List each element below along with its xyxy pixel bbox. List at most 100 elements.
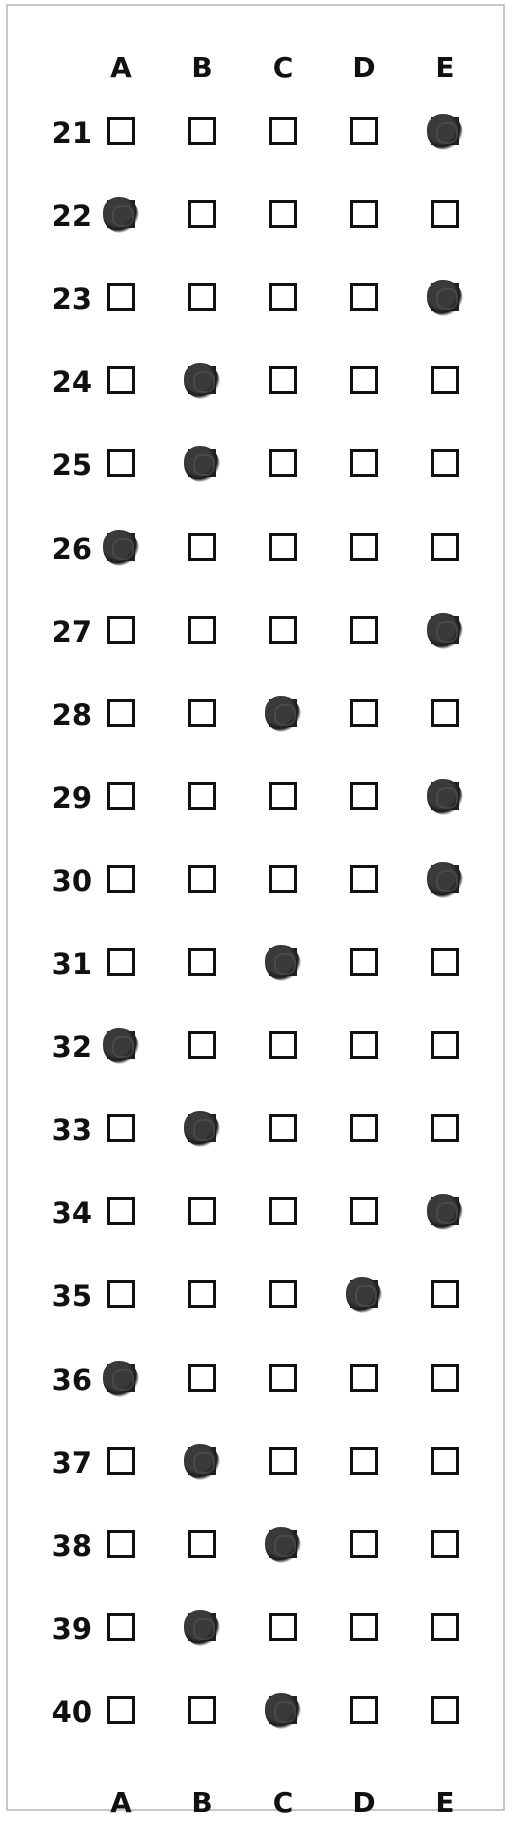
answer-box-b[interactable] <box>188 782 216 810</box>
answer-box-a[interactable] <box>107 1447 135 1475</box>
answer-box-a[interactable] <box>107 699 135 727</box>
answer-box-a[interactable] <box>107 1696 135 1724</box>
answer-box-d[interactable] <box>350 449 378 477</box>
answer-box-a[interactable] <box>107 449 135 477</box>
answer-box-d[interactable] <box>350 1613 378 1641</box>
answer-box-e[interactable] <box>427 114 463 150</box>
answer-box-d[interactable] <box>350 1447 378 1475</box>
answer-box-e[interactable] <box>427 862 463 898</box>
answer-box-d[interactable] <box>350 283 378 311</box>
answer-box-e[interactable] <box>431 1280 459 1308</box>
answer-box-a[interactable] <box>103 530 139 566</box>
answer-box-d[interactable] <box>350 1031 378 1059</box>
answer-box-c[interactable] <box>269 1364 297 1392</box>
answer-box-c[interactable] <box>269 865 297 893</box>
answer-box-e[interactable] <box>431 533 459 561</box>
answer-box-e[interactable] <box>427 613 463 649</box>
answer-box-b[interactable] <box>188 533 216 561</box>
answer-box-a[interactable] <box>107 1197 135 1225</box>
answer-box-e[interactable] <box>431 1530 459 1558</box>
answer-box-e[interactable] <box>431 699 459 727</box>
answer-box-b[interactable] <box>188 699 216 727</box>
answer-box-c[interactable] <box>269 1280 297 1308</box>
answer-box-c[interactable] <box>269 1613 297 1641</box>
answer-box-a[interactable] <box>107 366 135 394</box>
answer-box-d[interactable] <box>350 200 378 228</box>
answer-box-d[interactable] <box>346 1277 382 1313</box>
answer-box-d[interactable] <box>350 782 378 810</box>
answer-box-e[interactable] <box>431 449 459 477</box>
answer-box-d[interactable] <box>350 865 378 893</box>
answer-box-e[interactable] <box>431 1447 459 1475</box>
answer-box-d[interactable] <box>350 117 378 145</box>
answer-box-d[interactable] <box>350 1530 378 1558</box>
answer-box-b[interactable] <box>184 446 220 482</box>
answer-box-c[interactable] <box>269 283 297 311</box>
answer-box-c[interactable] <box>265 696 301 732</box>
answer-box-b[interactable] <box>188 200 216 228</box>
answer-box-c[interactable] <box>269 1031 297 1059</box>
answer-box-a[interactable] <box>107 117 135 145</box>
answer-box-d[interactable] <box>350 1696 378 1724</box>
answer-box-a[interactable] <box>107 616 135 644</box>
answer-box-e[interactable] <box>431 1696 459 1724</box>
answer-box-a[interactable] <box>107 865 135 893</box>
answer-box-b[interactable] <box>188 1696 216 1724</box>
answer-box-e[interactable] <box>431 1031 459 1059</box>
answer-box-b[interactable] <box>184 1444 220 1480</box>
answer-box-c[interactable] <box>269 200 297 228</box>
answer-box-a[interactable] <box>107 1530 135 1558</box>
answer-box-c[interactable] <box>269 533 297 561</box>
answer-box-b[interactable] <box>188 1280 216 1308</box>
answer-box-a[interactable] <box>103 1361 139 1397</box>
answer-box-a[interactable] <box>107 1280 135 1308</box>
answer-box-a[interactable] <box>103 1028 139 1064</box>
answer-box-d[interactable] <box>350 1114 378 1142</box>
answer-box-c[interactable] <box>265 1527 301 1563</box>
answer-box-c[interactable] <box>269 1447 297 1475</box>
answer-box-e[interactable] <box>431 366 459 394</box>
answer-box-e[interactable] <box>431 948 459 976</box>
answer-box-d[interactable] <box>350 1364 378 1392</box>
answer-box-b[interactable] <box>188 1530 216 1558</box>
answer-box-c[interactable] <box>269 117 297 145</box>
answer-box-e[interactable] <box>431 1613 459 1641</box>
answer-box-b[interactable] <box>184 1111 220 1147</box>
answer-box-b[interactable] <box>188 616 216 644</box>
answer-box-b[interactable] <box>188 117 216 145</box>
answer-box-b[interactable] <box>188 1364 216 1392</box>
answer-box-a[interactable] <box>107 283 135 311</box>
answer-box-e[interactable] <box>431 200 459 228</box>
answer-box-e[interactable] <box>427 779 463 815</box>
answer-box-d[interactable] <box>350 366 378 394</box>
answer-box-a[interactable] <box>107 948 135 976</box>
answer-box-c[interactable] <box>265 1693 301 1729</box>
answer-box-e[interactable] <box>427 280 463 316</box>
answer-box-b[interactable] <box>188 283 216 311</box>
answer-box-a[interactable] <box>103 197 139 233</box>
answer-box-b[interactable] <box>188 1197 216 1225</box>
answer-box-b[interactable] <box>188 865 216 893</box>
answer-box-d[interactable] <box>350 533 378 561</box>
answer-box-d[interactable] <box>350 699 378 727</box>
answer-box-b[interactable] <box>184 1610 220 1646</box>
answer-box-a[interactable] <box>107 1114 135 1142</box>
answer-box-c[interactable] <box>269 366 297 394</box>
answer-box-d[interactable] <box>350 616 378 644</box>
answer-box-a[interactable] <box>107 1613 135 1641</box>
answer-box-c[interactable] <box>265 945 301 981</box>
answer-box-a[interactable] <box>107 782 135 810</box>
answer-box-c[interactable] <box>269 782 297 810</box>
answer-box-e[interactable] <box>427 1194 463 1230</box>
answer-box-d[interactable] <box>350 948 378 976</box>
answer-box-d[interactable] <box>350 1197 378 1225</box>
answer-box-c[interactable] <box>269 1197 297 1225</box>
answer-box-b[interactable] <box>188 1031 216 1059</box>
answer-box-c[interactable] <box>269 449 297 477</box>
answer-box-c[interactable] <box>269 616 297 644</box>
answer-box-b[interactable] <box>188 948 216 976</box>
answer-box-b[interactable] <box>184 363 220 399</box>
answer-box-e[interactable] <box>431 1364 459 1392</box>
answer-box-c[interactable] <box>269 1114 297 1142</box>
answer-box-e[interactable] <box>431 1114 459 1142</box>
